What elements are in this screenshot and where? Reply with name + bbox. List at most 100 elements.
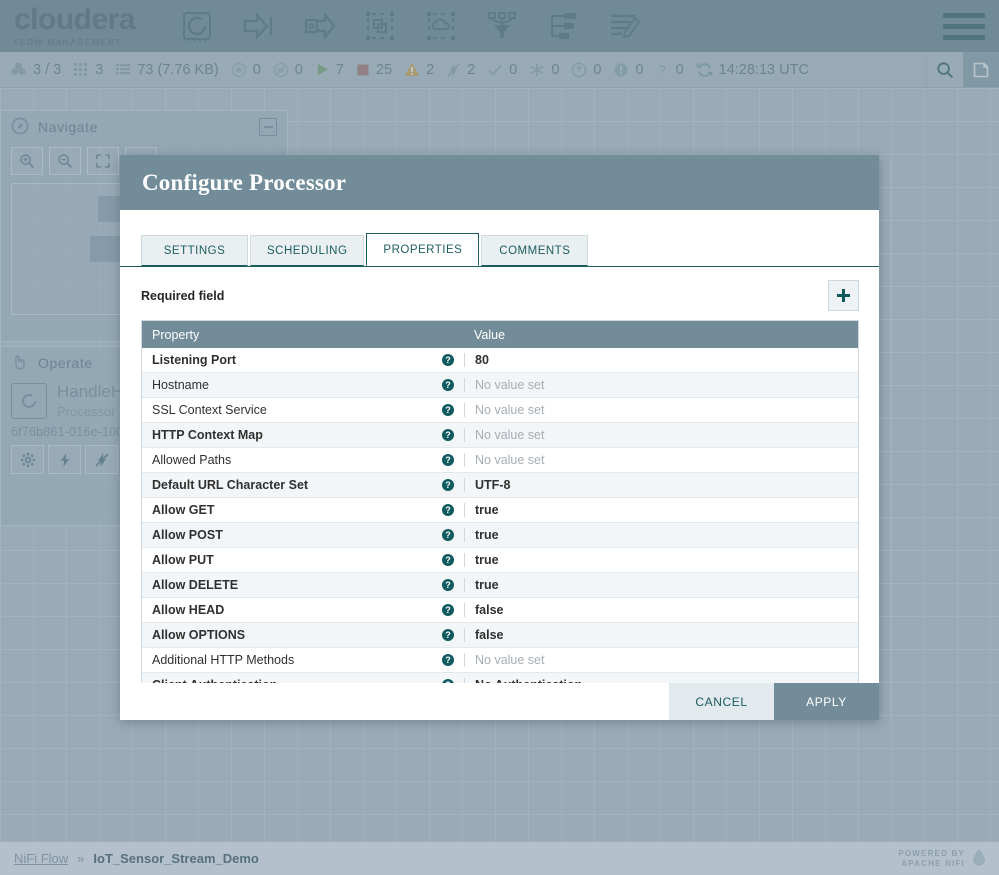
property-name: Allow POST — [152, 528, 223, 543]
dialog-title: Configure Processor — [142, 169, 347, 195]
help-icon[interactable]: ? — [442, 629, 454, 642]
table-row[interactable]: Additional HTTP Methods? No value set — [142, 647, 858, 673]
help-icon[interactable]: ? — [442, 454, 454, 467]
breadcrumb-root[interactable]: NiFi Flow — [14, 851, 68, 866]
column-header-property: Property — [152, 327, 200, 342]
breadcrumb-current: IoT_Sensor_Stream_Demo — [93, 851, 259, 866]
properties-table-header: Property Value — [142, 321, 858, 349]
required-field-row: Required field — [120, 267, 879, 312]
property-value-cell[interactable]: false — [464, 603, 782, 618]
property-value-cell[interactable]: No value set — [464, 403, 782, 418]
property-name-cell: Allow POST? — [142, 528, 464, 542]
property-name-cell: Allow OPTIONS? — [142, 628, 464, 642]
table-row[interactable]: Client Authentication? No Authentication — [142, 672, 858, 684]
breadcrumb-bar: NiFi Flow » IoT_Sensor_Stream_Demo POWER… — [0, 841, 999, 875]
property-value: No value set — [475, 428, 545, 443]
dialog-footer: CANCEL APPLY — [120, 683, 879, 720]
property-value-cell[interactable]: 80 — [464, 353, 782, 368]
nifi-application: HandleHttpRequest Navigate — [0, 0, 999, 875]
dialog-tabs: SETTINGS SCHEDULING PROPERTIES COMMENTS — [120, 210, 879, 268]
nifi-drop-icon — [971, 848, 987, 869]
table-row[interactable]: Hostname? No value set — [142, 372, 858, 398]
dialog-header: Configure Processor — [120, 155, 879, 211]
property-name: Allowed Paths — [152, 453, 232, 468]
help-icon[interactable]: ? — [442, 404, 454, 417]
property-value: true — [475, 503, 499, 518]
property-value-cell[interactable]: No value set — [464, 428, 782, 443]
help-icon[interactable]: ? — [442, 604, 454, 617]
table-row[interactable]: Allow GET? true — [142, 497, 858, 523]
property-value-cell[interactable]: UTF-8 — [464, 478, 782, 493]
property-name: Listening Port — [152, 353, 237, 368]
help-icon[interactable]: ? — [442, 654, 454, 667]
table-row[interactable]: Allow POST? true — [142, 522, 858, 548]
property-value-cell[interactable]: No value set — [464, 653, 782, 668]
property-value: UTF-8 — [475, 478, 511, 493]
property-value-cell[interactable]: true — [464, 528, 782, 543]
property-value: No value set — [475, 378, 545, 393]
apply-button[interactable]: APPLY — [774, 683, 879, 720]
table-row[interactable]: SSL Context Service? No value set — [142, 397, 858, 423]
property-value-cell[interactable]: No value set — [464, 453, 782, 468]
help-icon[interactable]: ? — [442, 504, 454, 517]
property-name: HTTP Context Map — [152, 428, 263, 443]
table-row[interactable]: HTTP Context Map? No value set — [142, 422, 858, 448]
dialog-body: SETTINGS SCHEDULING PROPERTIES COMMENTS … — [120, 210, 879, 684]
property-name: Allow HEAD — [152, 603, 225, 618]
help-icon[interactable]: ? — [442, 529, 454, 542]
property-value: true — [475, 578, 499, 593]
property-name: Allow DELETE — [152, 578, 239, 593]
help-icon[interactable]: ? — [442, 554, 454, 567]
property-value-cell[interactable]: true — [464, 578, 782, 593]
property-value: No Authentication — [475, 678, 582, 683]
table-row[interactable]: Allow OPTIONS? false — [142, 622, 858, 648]
help-icon[interactable]: ? — [442, 354, 454, 367]
property-value-cell[interactable]: No value set — [464, 378, 782, 393]
table-row[interactable]: Allow HEAD? false — [142, 597, 858, 623]
property-name: Allow GET — [152, 503, 215, 518]
help-icon[interactable]: ? — [442, 479, 454, 492]
property-value: No value set — [475, 453, 545, 468]
property-name-cell: Listening Port? — [142, 353, 464, 367]
property-name-cell: Allow HEAD? — [142, 603, 464, 617]
property-name: Allow OPTIONS — [152, 628, 246, 643]
help-icon[interactable]: ? — [442, 379, 454, 392]
property-value-cell[interactable]: No Authentication — [464, 678, 782, 684]
property-value: 80 — [475, 353, 489, 368]
properties-table: Property Value Listening Port? 80 Hostname… — [141, 320, 859, 684]
tab-settings[interactable]: SETTINGS — [141, 235, 248, 267]
tab-comments[interactable]: COMMENTS — [481, 235, 589, 267]
table-row[interactable]: Allow DELETE? true — [142, 572, 858, 598]
property-value: false — [475, 628, 504, 643]
help-icon[interactable]: ? — [442, 679, 454, 684]
powered-by-text: POWERED BY APACHE NIFI — [898, 849, 965, 869]
powered-by-label: POWERED BY — [898, 848, 965, 858]
property-name: Hostname — [152, 378, 209, 393]
table-row[interactable]: Listening Port? 80 — [142, 348, 858, 373]
help-icon[interactable]: ? — [442, 429, 454, 442]
required-field-legend: Required field — [141, 288, 225, 303]
property-value-cell[interactable]: true — [464, 503, 782, 518]
property-name-cell: Additional HTTP Methods? — [142, 653, 464, 667]
powered-by-product: APACHE NIFI — [901, 858, 965, 868]
property-value-cell[interactable]: false — [464, 628, 782, 643]
property-name-cell: HTTP Context Map? — [142, 428, 464, 442]
table-row[interactable]: Default URL Character Set? UTF-8 — [142, 472, 858, 498]
tab-properties[interactable]: PROPERTIES — [366, 233, 480, 267]
property-name: Default URL Character Set — [152, 478, 309, 493]
property-name-cell: Allow DELETE? — [142, 578, 464, 592]
tab-scheduling[interactable]: SCHEDULING — [250, 235, 365, 267]
table-row[interactable]: Allowed Paths? No value set — [142, 447, 858, 473]
breadcrumb-separator: » — [77, 851, 85, 866]
property-name-cell: SSL Context Service? — [142, 403, 464, 417]
property-value: true — [475, 528, 499, 543]
property-value: false — [475, 603, 504, 618]
table-row[interactable]: Allow PUT? true — [142, 547, 858, 573]
property-name: Additional HTTP Methods — [152, 653, 295, 668]
cancel-button[interactable]: CANCEL — [669, 683, 774, 720]
help-icon[interactable]: ? — [442, 579, 454, 592]
properties-table-body: Listening Port? 80 Hostname? No value set SS… — [142, 348, 858, 684]
add-property-button[interactable] — [828, 280, 859, 312]
property-value-cell[interactable]: true — [464, 553, 782, 568]
property-name-cell: Allow PUT? — [142, 553, 464, 567]
